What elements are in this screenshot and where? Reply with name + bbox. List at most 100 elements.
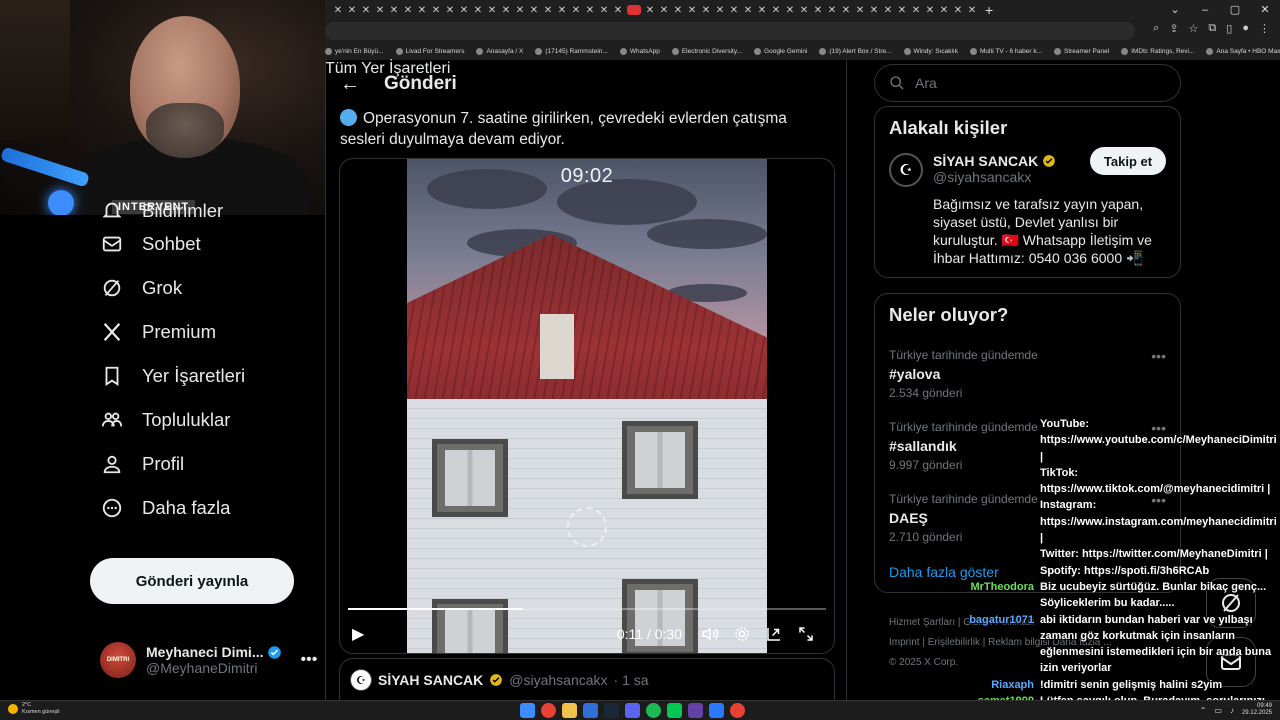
- tab-close-icon[interactable]: ✕: [611, 5, 625, 16]
- tab-close-icon[interactable]: ✕: [415, 5, 429, 16]
- tab-close-icon[interactable]: ✕: [839, 5, 853, 16]
- tab-close-icon[interactable]: ✕: [671, 5, 685, 16]
- nav-item-chat[interactable]: Sohbet: [90, 222, 325, 266]
- fullscreen-icon[interactable]: [790, 625, 822, 643]
- tab-close-icon[interactable]: ✕: [895, 5, 909, 16]
- bookmark-item[interactable]: IMDb: Ratings, Revi...: [1121, 47, 1194, 55]
- nav-item-more[interactable]: Daha fazla: [90, 486, 325, 530]
- bookmark-item[interactable]: Electronic Diversity...: [671, 47, 742, 55]
- bookmark-item[interactable]: Ana Sayfa • HBO Max: [1206, 47, 1280, 55]
- bookmark-item[interactable]: Windy: Sıcaklık: [903, 47, 958, 55]
- tab-close-icon[interactable]: ✕: [755, 5, 769, 16]
- menu-icon[interactable]: ⋮: [1259, 22, 1270, 35]
- tab-close-icon[interactable]: ✕: [881, 5, 895, 16]
- steam-icon[interactable]: [604, 703, 619, 718]
- spotify-icon[interactable]: [646, 703, 661, 718]
- tab-close-icon[interactable]: ✕: [811, 5, 825, 16]
- star-icon[interactable]: ☆: [1189, 22, 1199, 35]
- bookmark-item[interactable]: (19) Alert Box / Stre...: [819, 47, 892, 55]
- maximize-icon[interactable]: ▢: [1220, 0, 1250, 20]
- nav-item-bookmarks[interactable]: Yer İşaretleri: [90, 354, 325, 398]
- video-player[interactable]: 09:02 ▶ 0:11 / 0:30: [339, 158, 835, 654]
- extensions-icon[interactable]: ⧉: [1208, 22, 1216, 35]
- tab-close-icon[interactable]: ✕: [923, 5, 937, 16]
- tab-close-icon[interactable]: ✕: [965, 5, 979, 16]
- back-arrow-icon[interactable]: ←: [340, 73, 360, 96]
- settings-gear-icon[interactable]: [726, 625, 758, 643]
- network-icon[interactable]: ▭: [1214, 706, 1222, 715]
- nav-item-notifications[interactable]: Bildirimler: [90, 200, 325, 222]
- tab-close-icon[interactable]: ✕: [643, 5, 657, 16]
- tab-close-icon[interactable]: ✕: [867, 5, 881, 16]
- tab-close-icon[interactable]: ✕: [485, 5, 499, 16]
- related-person[interactable]: ☪ SİYAH SANCAK @siyahsancakx Bağımsız ve…: [875, 139, 1180, 267]
- bookmark-item[interactable]: (17145) Rammstein...: [535, 47, 608, 55]
- discord-icon[interactable]: [625, 703, 640, 718]
- tab-close-icon[interactable]: ✕: [909, 5, 923, 16]
- share-icon[interactable]: ⇪: [1169, 22, 1178, 35]
- app-icon[interactable]: [667, 703, 682, 718]
- tab-close-icon[interactable]: ✕: [713, 5, 727, 16]
- trend-item[interactable]: Türkiye tarihinde gündemde #yalova 2.534…: [875, 348, 1180, 420]
- address-bar[interactable]: [325, 22, 1135, 40]
- tab-close-icon[interactable]: ✕: [527, 5, 541, 16]
- tab-close-icon[interactable]: ✕: [583, 5, 597, 16]
- chevron-down-icon[interactable]: ⌄: [1160, 0, 1190, 20]
- app-icon[interactable]: [709, 703, 724, 718]
- sidebar-icon[interactable]: ▯: [1226, 22, 1232, 35]
- tab-close-icon[interactable]: ✕: [597, 5, 611, 16]
- volume-icon[interactable]: [694, 625, 726, 643]
- tab-close-icon[interactable]: ✕: [569, 5, 583, 16]
- minimize-icon[interactable]: –: [1190, 0, 1220, 20]
- bookmark-item[interactable]: WhatsApp: [619, 47, 660, 55]
- tab-close-icon[interactable]: ✕: [825, 5, 839, 16]
- tab-close-icon[interactable]: ✕: [783, 5, 797, 16]
- bookmark-item[interactable]: Multi TV - 6 haber k...: [969, 47, 1042, 55]
- windows-start-icon[interactable]: [520, 703, 535, 718]
- weather-widget[interactable]: 2°C Kısmen güneşli: [8, 702, 60, 716]
- bookmark-item[interactable]: Streamer Panel: [1053, 47, 1109, 55]
- folder-icon[interactable]: [562, 703, 577, 718]
- clock[interactable]: 09:49 29.12.2025: [1242, 703, 1272, 717]
- tab-close-icon[interactable]: ✕: [373, 5, 387, 16]
- nav-item-grok[interactable]: Grok: [90, 266, 325, 310]
- tab-close-icon[interactable]: ✕: [345, 5, 359, 16]
- tab-close-icon[interactable]: ✕: [443, 5, 457, 16]
- tab-close-icon[interactable]: ✕: [359, 5, 373, 16]
- nav-item-communities[interactable]: Topluluklar: [90, 398, 325, 442]
- tab-close-icon[interactable]: ✕: [727, 5, 741, 16]
- chrome-icon[interactable]: [730, 703, 745, 718]
- bookmark-item[interactable]: Anasayfa / X: [476, 47, 523, 55]
- bookmark-item[interactable]: ye'nin En Büyü...: [325, 47, 384, 55]
- bookmark-item[interactable]: Google Gemini: [754, 47, 807, 55]
- more-icon[interactable]: •••: [300, 651, 317, 669]
- tab-close-icon[interactable]: ✕: [685, 5, 699, 16]
- tab-close-icon[interactable]: ✕: [331, 5, 345, 16]
- tab-close-icon[interactable]: ✕: [429, 5, 443, 16]
- chevron-up-icon[interactable]: ⌃: [1200, 706, 1207, 715]
- nav-item-premium[interactable]: Premium: [90, 310, 325, 354]
- tab-close-icon[interactable]: ✕: [471, 5, 485, 16]
- quoted-tweet[interactable]: ☪ SİYAH SANCAK @siyahsancakx · 1 sa: [339, 658, 835, 702]
- volume-icon[interactable]: ♪: [1230, 706, 1234, 715]
- app-icon[interactable]: [583, 703, 598, 718]
- active-tab[interactable]: [627, 5, 641, 15]
- profile-icon[interactable]: ●: [1242, 22, 1249, 35]
- search-input[interactable]: Ara: [874, 64, 1181, 102]
- tab-close-icon[interactable]: ✕: [457, 5, 471, 16]
- tab-close-icon[interactable]: ✕: [699, 5, 713, 16]
- video-progress-bar[interactable]: [348, 608, 826, 610]
- account-switcher[interactable]: DIMITRI Meyhaneci Dimi... @MeyhaneDimitr…: [100, 635, 325, 685]
- tab-close-icon[interactable]: ✕: [541, 5, 555, 16]
- app-icon[interactable]: [688, 703, 703, 718]
- tab-close-icon[interactable]: ✕: [499, 5, 513, 16]
- picture-in-picture-icon[interactable]: [758, 625, 790, 643]
- bookmark-item[interactable]: Livad For Streamers: [395, 47, 464, 55]
- tab-close-icon[interactable]: ✕: [401, 5, 415, 16]
- more-icon[interactable]: •••: [1151, 348, 1166, 364]
- post-button[interactable]: Gönderi yayınla: [90, 558, 294, 604]
- chrome-icon[interactable]: [541, 703, 556, 718]
- tab-close-icon[interactable]: ✕: [951, 5, 965, 16]
- tab-close-icon[interactable]: ✕: [937, 5, 951, 16]
- zoom-icon[interactable]: ⌕: [1153, 22, 1159, 35]
